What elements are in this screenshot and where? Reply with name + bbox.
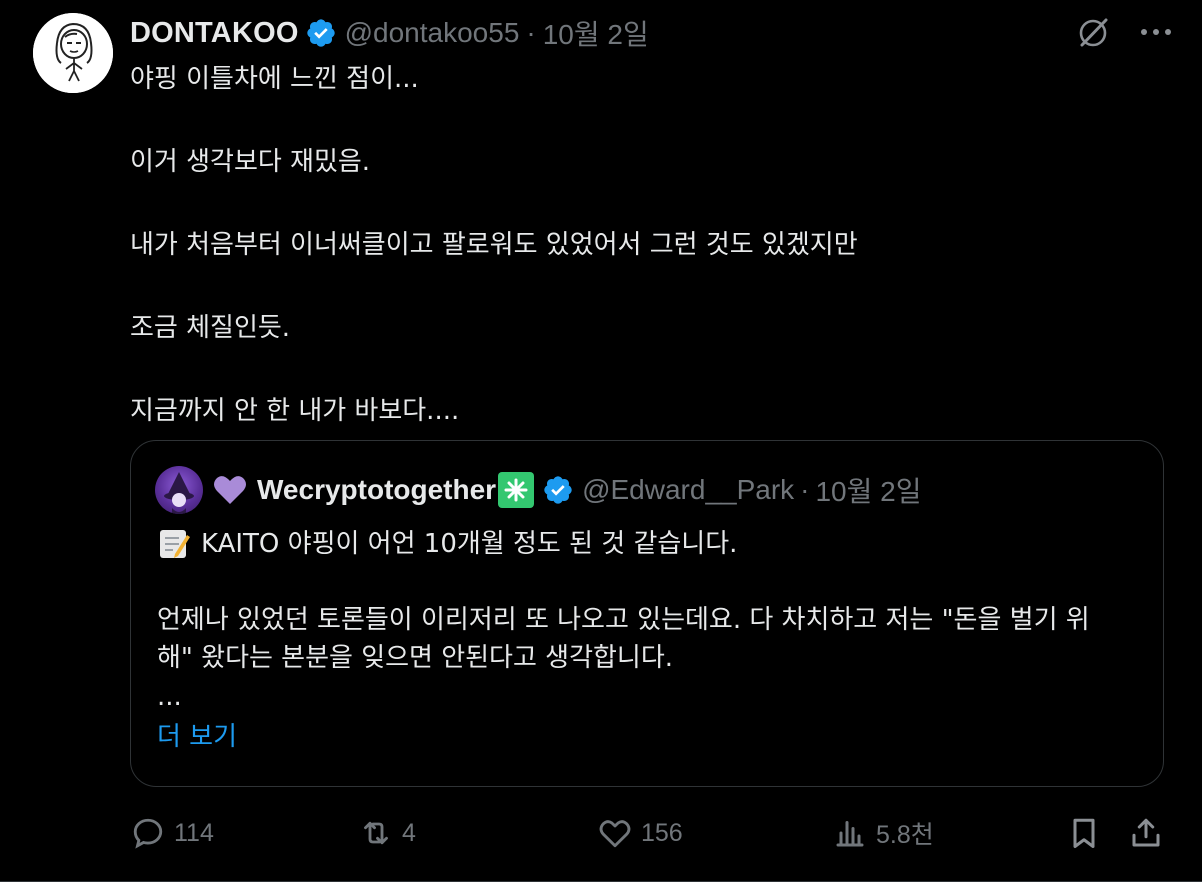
quoted-line: 언제나 있었던 토론들이 이리저리 또 나오고 있는데요. 다 차치하고 저는 …	[157, 605, 1090, 635]
like-icon	[599, 820, 631, 848]
quoted-line: KAITO 야핑이 어언 10개월 정도 된 것 같습니다.	[157, 525, 1147, 563]
quoted-ellipsis: ...	[157, 682, 182, 712]
repost-icon	[364, 821, 388, 845]
share-button[interactable]	[1128, 810, 1164, 856]
separator-dot: ·	[526, 17, 536, 48]
quoted-line-text: KAITO 야핑이 어언 10개월 정도 된 것 같습니다.	[201, 529, 738, 559]
handle[interactable]: @dontakoo55	[345, 17, 520, 49]
avatar[interactable]	[33, 13, 113, 93]
bookmark-icon	[1073, 818, 1095, 848]
quoted-handle[interactable]: @Edward__Park	[582, 474, 794, 506]
grok-icon[interactable]	[1076, 14, 1112, 50]
views-button[interactable]: 5.8천	[832, 810, 934, 856]
tweet-actions: 114 4 156 5.8천	[130, 810, 1170, 856]
tweet-line: 야핑 이틀차에 느낀 점이...	[130, 64, 419, 94]
show-more-link[interactable]: 더 보기	[157, 717, 1147, 757]
display-name[interactable]: DONTAKOO	[130, 17, 299, 50]
memo-icon	[160, 530, 190, 558]
bookmark-button[interactable]	[1066, 810, 1102, 856]
quoted-display-name[interactable]: Wecryptotogether	[257, 474, 496, 506]
tweet-line: 조금 체질인듯.	[130, 313, 291, 343]
tweet[interactable]: DONTAKOO @dontakoo55 · 10월 2일 야핑 이틀차에 느낀…	[0, 0, 1202, 882]
tweet-top-actions	[1076, 14, 1174, 50]
reply-icon	[133, 818, 163, 849]
timestamp[interactable]: 10월 2일	[543, 13, 649, 53]
quoted-avatar[interactable]	[155, 466, 203, 514]
like-button[interactable]: 156	[597, 810, 683, 856]
quoted-line: 해" 왔다는 본분을 잊으면 안된다고 생각합니다.	[157, 643, 674, 673]
like-count: 156	[641, 818, 683, 847]
verified-badge-icon[interactable]	[542, 474, 574, 506]
sparkle-icon	[498, 472, 535, 508]
repost-button[interactable]: 4	[358, 810, 416, 856]
verified-badge-icon[interactable]	[305, 17, 337, 49]
quoted-tweet[interactable]: Wecryptotogether @Edward__Park · 10월 2일	[130, 440, 1164, 787]
tweet-body: 야핑 이틀차에 느낀 점이... 이거 생각보다 재밌음. 내가 처음부터 이너…	[130, 60, 1160, 431]
quoted-tweet-body: KAITO 야핑이 어언 10개월 정도 된 것 같습니다. 언제나 있었던 토…	[157, 525, 1147, 757]
quoted-timestamp[interactable]: 10월 2일	[815, 470, 921, 510]
views-icon	[836, 821, 864, 847]
views-count: 5.8천	[876, 821, 934, 849]
tweet-line: 내가 처음부터 이너써클이고 팔로워도 있었어서 그런 것도 있겠지만	[130, 230, 858, 260]
tweet-line: 지금까지 안 한 내가 바보다....	[130, 396, 460, 426]
tweet-line: 이거 생각보다 재밌음.	[130, 147, 371, 177]
reply-button[interactable]: 114	[130, 810, 214, 856]
more-icon[interactable]	[1138, 14, 1174, 50]
share-icon	[1132, 818, 1160, 847]
tweet-header: DONTAKOO @dontakoo55 · 10월 2일	[130, 14, 649, 52]
reply-count: 114	[174, 818, 214, 847]
purple-heart-icon	[214, 476, 246, 504]
quoted-tweet-header: Wecryptotogether @Edward__Park · 10월 2일	[155, 466, 922, 514]
avatar-drawing-icon	[33, 13, 113, 93]
wizard-avatar-icon	[164, 472, 194, 514]
separator-dot: ·	[800, 474, 810, 505]
repost-count: 4	[402, 818, 416, 847]
